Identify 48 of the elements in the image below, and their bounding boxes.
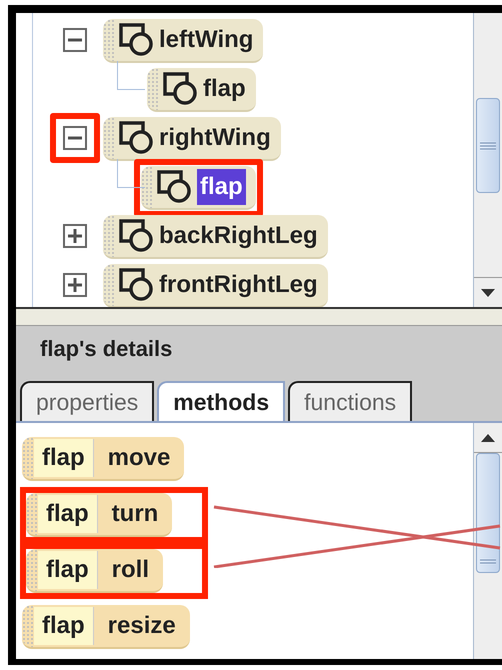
up-arrow-icon — [481, 434, 495, 442]
object-icon — [119, 120, 155, 154]
down-arrow-icon — [481, 288, 495, 296]
item-label: rightWing — [159, 122, 271, 152]
item-label: flap — [203, 74, 246, 104]
expand-icon[interactable] — [63, 224, 87, 248]
tab[interactable]: functions — [288, 381, 412, 421]
object-icon — [119, 218, 155, 252]
item-label: frontRightLeg — [159, 270, 318, 300]
expand-icon[interactable] — [63, 273, 87, 297]
method-tile[interactable]: flap roll — [26, 549, 164, 593]
tab[interactable]: properties — [20, 381, 154, 421]
scroll-thumb[interactable] — [476, 453, 500, 573]
grip-icon — [479, 559, 497, 564]
method-tile[interactable]: flap move — [22, 437, 184, 481]
tree-item[interactable]: rightWing — [103, 116, 281, 160]
method-name: move — [106, 443, 170, 473]
tree-item[interactable]: flap — [141, 166, 256, 210]
collapse-icon[interactable] — [63, 126, 87, 150]
method-tile[interactable]: flap turn — [26, 493, 172, 537]
object-icon — [163, 72, 199, 106]
collapse-icon[interactable] — [63, 28, 87, 52]
grip-icon — [479, 142, 497, 150]
scroll-thumb[interactable] — [476, 98, 500, 193]
tab[interactable]: methods — [157, 381, 286, 421]
item-label: leftWing — [159, 24, 254, 54]
tree-item[interactable]: flap — [147, 68, 256, 112]
tree-item[interactable]: frontRightLeg — [103, 264, 328, 307]
tree-item[interactable]: leftWing — [103, 18, 264, 62]
item-label: backRightLeg — [159, 220, 318, 250]
method-name: turn — [110, 499, 158, 529]
tree-connector — [117, 61, 145, 90]
item-label: flap — [197, 168, 246, 204]
object-icon — [119, 268, 155, 302]
scrollbar[interactable] — [473, 423, 502, 659]
object-name: flap — [34, 607, 94, 645]
method-name: resize — [106, 611, 176, 641]
scrollbar[interactable] — [473, 13, 502, 307]
method-name: roll — [110, 555, 150, 585]
tree-connector — [117, 159, 145, 188]
panel-title: flap's details — [39, 334, 174, 363]
tree-item[interactable]: backRightLeg — [103, 214, 328, 258]
object-name: flap — [38, 495, 98, 533]
object-name: flap — [34, 439, 94, 477]
object-name: flap — [38, 551, 98, 589]
object-icon — [157, 170, 193, 204]
method-tile[interactable]: flap resize — [22, 605, 190, 649]
object-icon — [119, 22, 155, 56]
